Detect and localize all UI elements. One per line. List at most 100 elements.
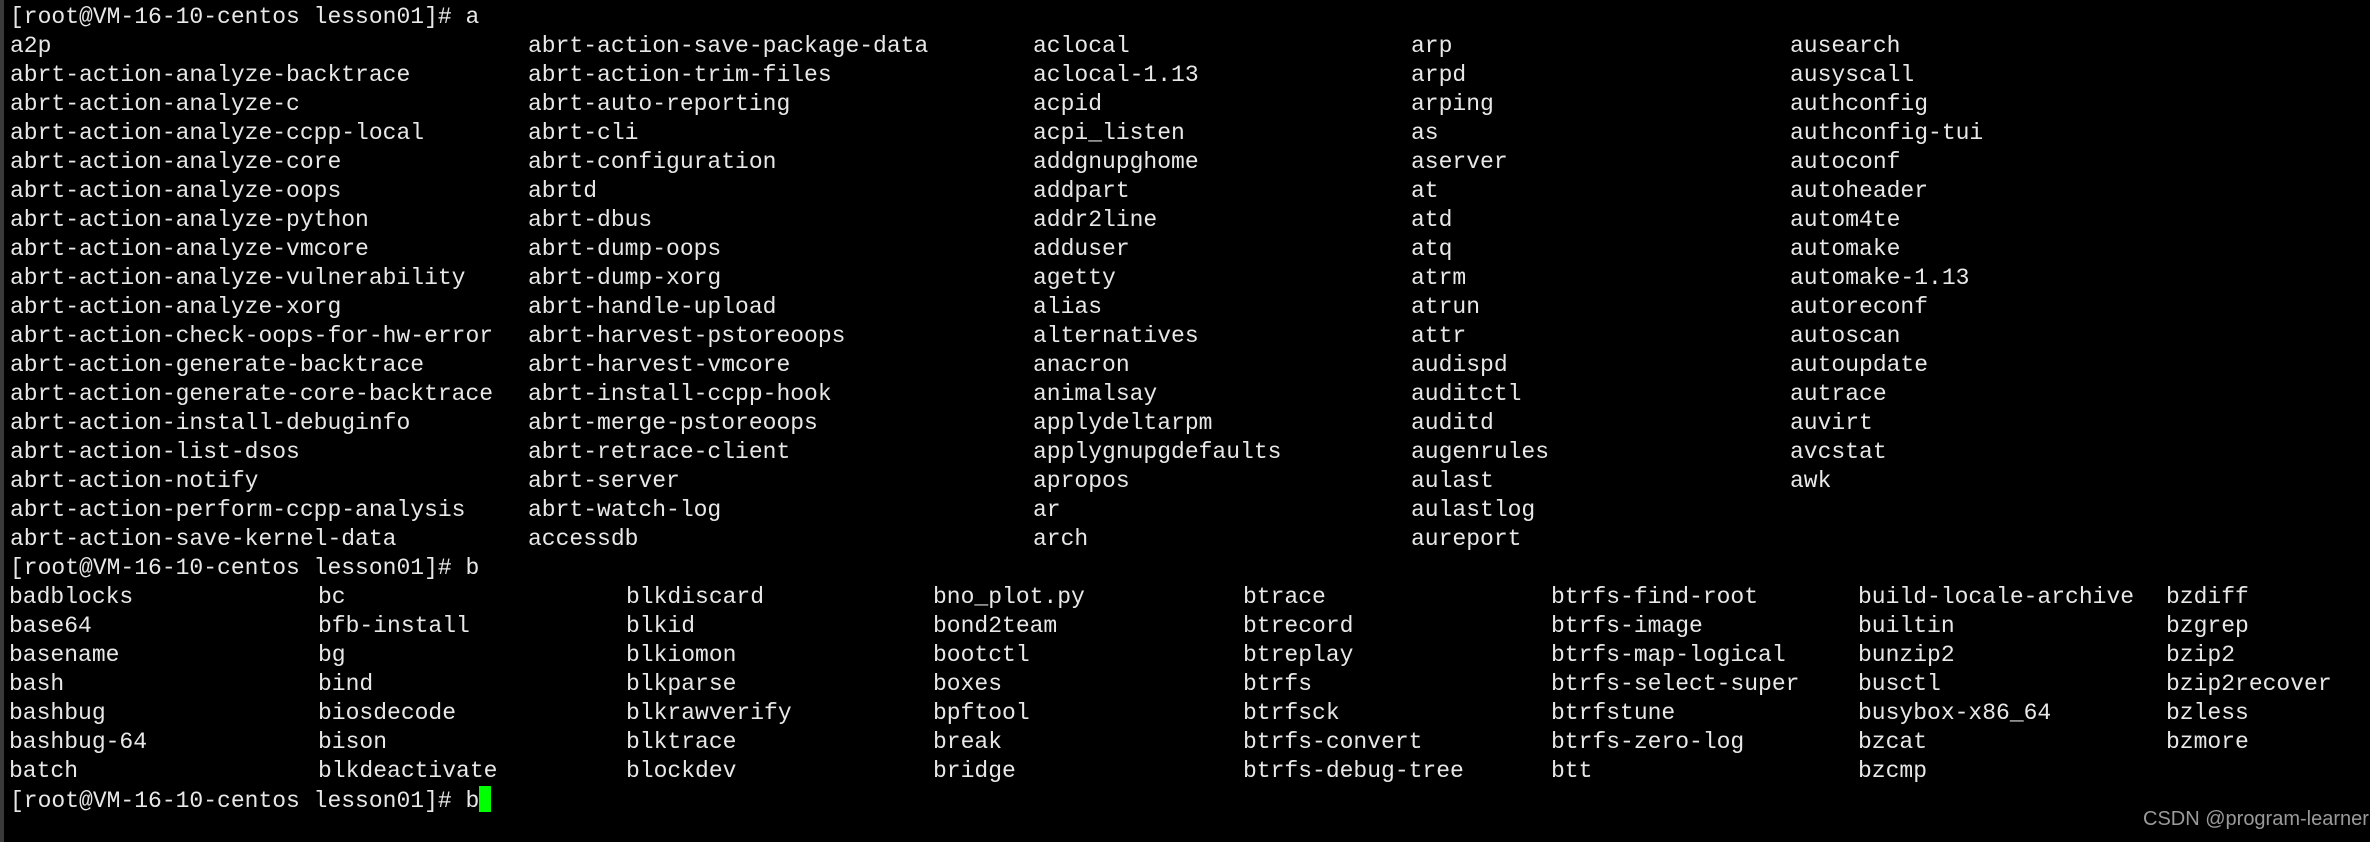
completion-item: btrfs — [1243, 671, 1313, 697]
completion-item: abrt-action-analyze-oops — [10, 178, 342, 204]
completion-item: btrfs-debug-tree — [1243, 758, 1464, 784]
completion-item: abrt-action-notify — [10, 468, 259, 494]
completion-item: alias — [1033, 294, 1103, 320]
completion-item: autoreconf — [1790, 294, 1929, 320]
completion-item: bashbug-64 — [9, 729, 148, 755]
completion-item: abrt-cli — [528, 120, 639, 146]
completion-item: blkid — [626, 613, 696, 639]
completion-item: abrt-action-generate-backtrace — [10, 352, 425, 378]
completion-item: base64 — [9, 613, 92, 639]
completion-item: audispd — [1411, 352, 1508, 378]
completion-item: blkrawverify — [626, 700, 792, 726]
completion-item: btrfs-map-logical — [1551, 642, 1786, 668]
prompt: [root@VM-16-10-centos lesson01]# — [10, 555, 466, 581]
completion-item: btrfs-select-super — [1551, 671, 1800, 697]
completion-item: bg — [318, 642, 346, 668]
completion-item: bridge — [933, 758, 1016, 784]
completion-item: auditctl — [1411, 381, 1522, 407]
completion-item: automake — [1790, 236, 1901, 262]
completion-item: blockdev — [626, 758, 737, 784]
completion-item: abrt-server — [528, 468, 680, 494]
completion-item: blkdeactivate — [318, 758, 498, 784]
completion-item: abrt-action-trim-files — [528, 62, 832, 88]
completion-item: authconfig-tui — [1790, 120, 1984, 146]
completion-item: abrtd — [528, 178, 598, 204]
completion-item: arping — [1411, 91, 1494, 117]
completion-item: btt — [1551, 758, 1593, 784]
completion-item: ausearch — [1790, 33, 1901, 59]
prompt: [root@VM-16-10-centos lesson01]# — [10, 4, 466, 30]
completion-item: abrt-action-analyze-vulnerability — [10, 265, 466, 291]
completion-item: bzip2recover — [2166, 671, 2332, 697]
completion-item: bfb-install — [318, 613, 470, 639]
completion-item: autoscan — [1790, 323, 1901, 349]
completion-item: btrfsck — [1243, 700, 1340, 726]
completion-item: bno_plot.py — [933, 584, 1085, 610]
typed-command: b — [465, 788, 480, 814]
completion-item: as — [1411, 120, 1439, 146]
completion-item: atrun — [1411, 294, 1481, 320]
completion-item: adduser — [1033, 236, 1130, 262]
completion-item: btrfstune — [1551, 700, 1676, 726]
completion-item: bzless — [2166, 700, 2249, 726]
completion-item: btrace — [1243, 584, 1326, 610]
completion-item: btrfs-find-root — [1551, 584, 1759, 610]
completion-item: autoconf — [1790, 149, 1901, 175]
completion-item: abrt-action-perform-ccpp-analysis — [10, 497, 466, 523]
completion-item: bashbug — [9, 700, 106, 726]
completion-item: avcstat — [1790, 439, 1887, 465]
completion-item: atq — [1411, 236, 1453, 262]
completion-item: abrt-handle-upload — [528, 294, 777, 320]
completion-item: abrt-harvest-pstoreoops — [528, 323, 846, 349]
completion-item: abrt-action-generate-core-backtrace — [10, 381, 494, 407]
completion-item: addgnupghome — [1033, 149, 1199, 175]
completion-item: anacron — [1033, 352, 1130, 378]
completion-item: ausyscall — [1790, 62, 1915, 88]
completion-item: addr2line — [1033, 207, 1158, 233]
completion-item: at — [1411, 178, 1439, 204]
completion-item: abrt-action-analyze-core — [10, 149, 342, 175]
completion-item: btrfs-convert — [1243, 729, 1423, 755]
completion-item: badblocks — [9, 584, 134, 610]
completion-item: auditd — [1411, 410, 1494, 436]
completion-item: applygnupgdefaults — [1033, 439, 1282, 465]
completion-item: abrt-action-analyze-backtrace — [10, 62, 411, 88]
completion-item: abrt-action-install-debuginfo — [10, 410, 411, 436]
completion-item: blkdiscard — [626, 584, 765, 610]
completion-item: boxes — [933, 671, 1003, 697]
completion-item: blktrace — [626, 729, 737, 755]
prompt-line: [root@VM-16-10-centos lesson01]# a — [10, 3, 479, 32]
prompt: [root@VM-16-10-centos lesson01]# — [10, 788, 466, 814]
typed-command: a — [465, 4, 480, 30]
completion-item: atrm — [1411, 265, 1467, 291]
completion-item: abrt-action-analyze-c — [10, 91, 300, 117]
completion-item: basename — [9, 642, 120, 668]
prompt-line: [root@VM-16-10-centos lesson01]# b — [10, 554, 479, 583]
completion-item: aclocal-1.13 — [1033, 62, 1199, 88]
completion-item: arch — [1033, 526, 1089, 552]
completion-item: atd — [1411, 207, 1453, 233]
completion-item: bison — [318, 729, 388, 755]
completion-item: bzgrep — [2166, 613, 2249, 639]
watermark: CSDN @program-learner — [2143, 808, 2369, 830]
completion-item: bootctl — [933, 642, 1030, 668]
completion-item: awk — [1790, 468, 1832, 494]
completion-item: btreplay — [1243, 642, 1354, 668]
completion-item: abrt-action-check-oops-for-hw-error — [10, 323, 494, 349]
completion-item: bzdiff — [2166, 584, 2249, 610]
completion-item: blkiomon — [626, 642, 737, 668]
completion-item: btrecord — [1243, 613, 1354, 639]
completion-item: abrt-harvest-vmcore — [528, 352, 791, 378]
completion-item: abrt-dump-oops — [528, 236, 722, 262]
completion-item: batch — [9, 758, 79, 784]
completion-item: bpftool — [933, 700, 1030, 726]
completion-item: busybox-x86_64 — [1858, 700, 2052, 726]
completion-item: agetty — [1033, 265, 1116, 291]
completion-item: apropos — [1033, 468, 1130, 494]
completion-item: automake-1.13 — [1790, 265, 1970, 291]
completion-item: bzcmp — [1858, 758, 1928, 784]
completion-item: aulastlog — [1411, 497, 1536, 523]
completion-item: abrt-auto-reporting — [528, 91, 791, 117]
completion-item: ar — [1033, 497, 1061, 523]
completion-item: abrt-action-list-dsos — [10, 439, 300, 465]
